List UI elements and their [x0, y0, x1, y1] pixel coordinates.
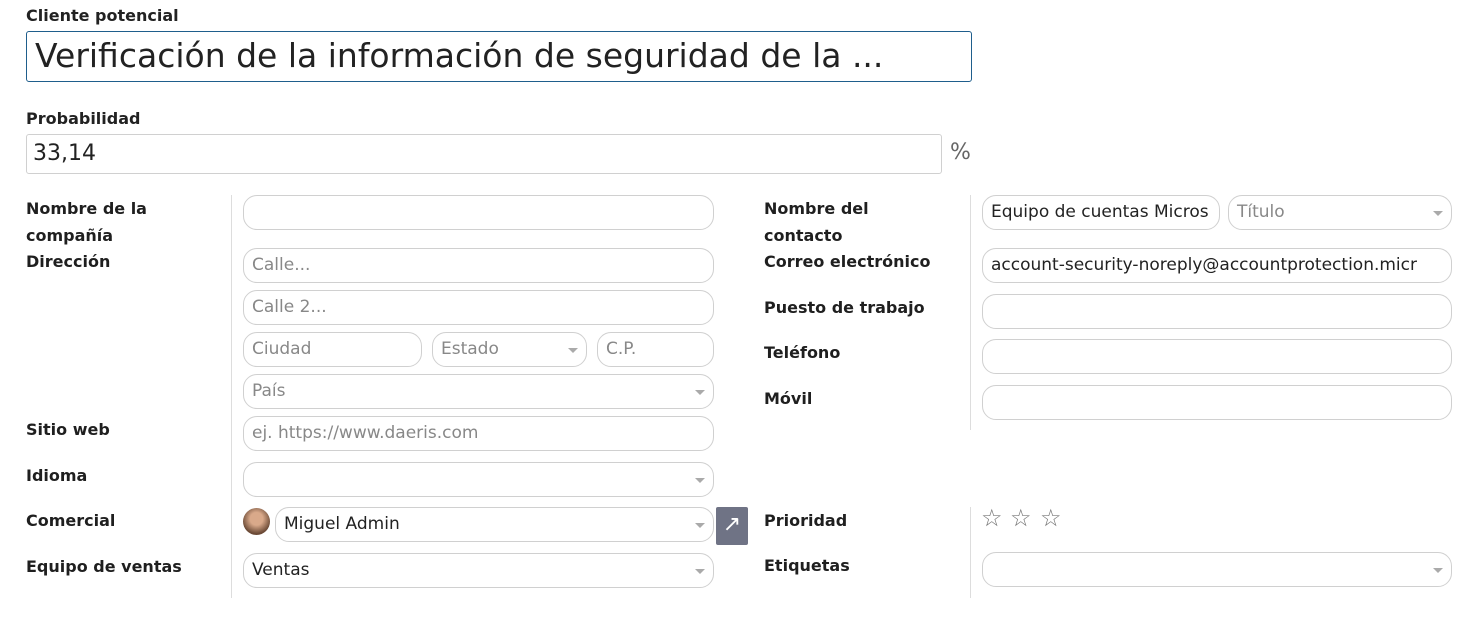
email-label: Correo electrónico [764, 252, 931, 271]
street2-input[interactable]: Calle 2... [243, 290, 714, 325]
tags-select[interactable] [982, 552, 1452, 587]
star-icon[interactable]: ☆ [981, 504, 1003, 532]
website-input[interactable]: ej. https://www.daeris.com [243, 416, 714, 451]
priority-label: Prioridad [764, 511, 848, 530]
address-label: Dirección [26, 252, 111, 271]
email-input[interactable]: account-security-noreply@accountprotecti… [982, 248, 1452, 283]
company-label: Nombre de la compañía [26, 199, 147, 245]
team-label: Equipo de ventas [26, 557, 182, 576]
external-link-icon: ↗ [722, 512, 742, 537]
city-input[interactable]: Ciudad [243, 332, 422, 367]
right-divider [970, 195, 971, 430]
team-select[interactable]: Ventas [243, 553, 714, 588]
state-select[interactable]: Estado [432, 332, 587, 367]
lead-label: Cliente potencial [26, 6, 179, 25]
title-select[interactable]: Título [1228, 195, 1452, 230]
lead-title-input[interactable]: Verificación de la información de seguri… [26, 31, 972, 82]
salesperson-select[interactable]: Miguel Admin [275, 507, 714, 542]
external-link-button[interactable]: ↗ [716, 507, 748, 545]
probability-input[interactable]: 33,14 [26, 134, 942, 174]
tags-label: Etiquetas [764, 556, 850, 575]
left-divider [231, 195, 232, 598]
phone-input[interactable] [982, 339, 1452, 374]
contact-input[interactable]: Equipo de cuentas Micros [982, 195, 1220, 230]
website-label: Sitio web [26, 420, 110, 439]
street-input[interactable]: Calle... [243, 248, 714, 283]
company-input[interactable] [243, 195, 714, 230]
mobile-label: Móvil [764, 389, 813, 408]
zip-input[interactable]: C.P. [597, 332, 714, 367]
percent-unit: % [950, 140, 971, 165]
star-icon[interactable]: ☆ [1010, 504, 1032, 532]
language-select[interactable] [243, 462, 714, 497]
contact-label: Nombre del contacto [764, 199, 869, 245]
right-divider-2 [970, 507, 971, 598]
country-select[interactable]: País [243, 374, 714, 409]
language-label: Idioma [26, 466, 88, 485]
salesperson-label: Comercial [26, 511, 116, 530]
job-label: Puesto de trabajo [764, 298, 925, 317]
avatar [243, 508, 270, 535]
star-icon[interactable]: ☆ [1040, 504, 1062, 532]
probability-label: Probabilidad [26, 109, 141, 128]
mobile-input[interactable] [982, 385, 1452, 420]
phone-label: Teléfono [764, 343, 841, 362]
job-input[interactable] [982, 294, 1452, 329]
